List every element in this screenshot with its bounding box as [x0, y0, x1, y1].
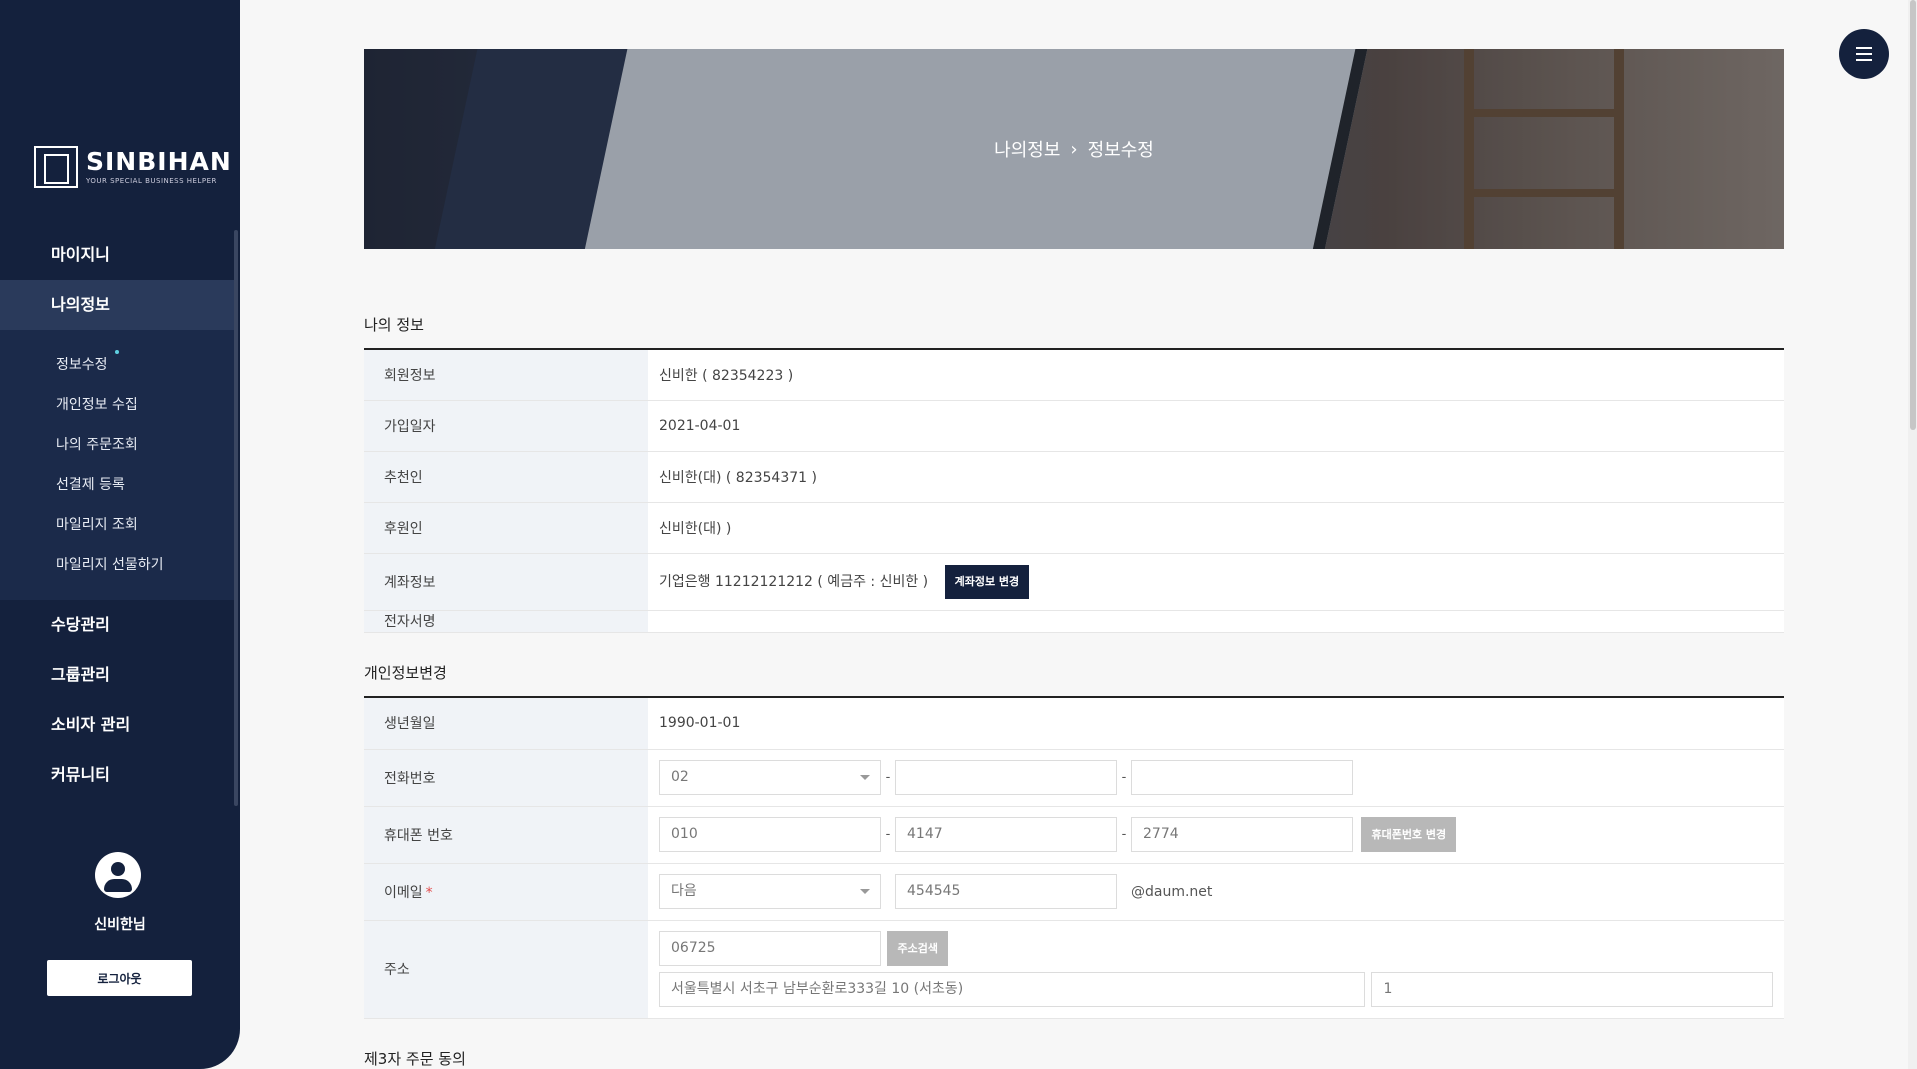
submenu-item-prepay[interactable]: 선결제 등록 [56, 474, 125, 494]
row-value: 2021-04-01 [648, 400, 1784, 452]
nav-item-allowance[interactable]: 수당관리 [0, 600, 234, 650]
change-account-button[interactable]: 계좌정보 변경 [944, 564, 1030, 599]
required-mark: * [425, 884, 433, 901]
section-title-personal: 개인정보변경 [364, 664, 447, 682]
section-title-third-party: 제3자 주문 동의 [364, 1050, 466, 1068]
e-signature-area[interactable] [648, 610, 1784, 633]
breadcrumb-separator-icon: › [1070, 138, 1078, 160]
table-row: 이메일 * 다음 454545 @daum.net [364, 863, 1784, 921]
phone-last-input[interactable] [1131, 760, 1353, 795]
mobile-middle-input[interactable]: 4147 [895, 817, 1117, 852]
address-main-input[interactable]: 서울특별시 서초구 남부순환로333길 10 (서초동) [659, 972, 1365, 1007]
row-value: 신비한 ( 82354223 ) [648, 349, 1784, 401]
row-label: 전자서명 [364, 610, 648, 633]
brand-logo[interactable]: SINBIHAN YOUR SPECIAL BUSINESS HELPER [34, 146, 232, 188]
hamburger-menu-button[interactable] [1839, 29, 1889, 79]
section-title-my-info: 나의 정보 [364, 316, 424, 334]
hamburger-icon [1856, 47, 1872, 49]
nav-item-group[interactable]: 그룹관리 [0, 650, 234, 700]
sidebar-scrollbar[interactable] [234, 230, 238, 806]
row-value: 신비한(대) ) [648, 502, 1784, 554]
birth-date-value: 1990-01-01 [648, 697, 1784, 750]
change-mobile-button[interactable]: 휴대폰번호 변경 [1361, 817, 1457, 852]
row-label: 계좌정보 [364, 553, 648, 611]
sidebar: SINBIHAN YOUR SPECIAL BUSINESS HELPER 마이… [0, 0, 240, 1069]
brand-name: SINBIHAN [86, 147, 232, 176]
table-row: 주소 06725 주소검색 서울특별시 서초구 남부순환로333길 10 (서초… [364, 920, 1784, 1019]
row-label: 주소 [364, 920, 648, 1019]
nav-item-myjini[interactable]: 마이지니 [0, 230, 234, 280]
avatar-icon [95, 852, 141, 898]
brand-tagline: YOUR SPECIAL BUSINESS HELPER [86, 177, 217, 185]
table-row: 가입일자 2021-04-01 [364, 400, 1784, 452]
email-provider-select[interactable]: 다음 [659, 874, 881, 909]
table-row: 전자서명 [364, 610, 1784, 633]
submenu-item-orders[interactable]: 나의 주문조회 [56, 434, 138, 454]
my-info-submenu: 정보수정 개인정보 수집 나의 주문조회 선결제 등록 마일리지 조회 마일리지… [0, 330, 234, 600]
row-label: 휴대폰 번호 [364, 806, 648, 864]
account-info: 기업은행 11212121212 ( 예금주 : 신비한 ) [659, 573, 929, 590]
row-label: 생년월일 [364, 697, 648, 750]
address-detail-input[interactable]: 1 [1371, 972, 1774, 1007]
email-id-input[interactable]: 454545 [895, 874, 1117, 909]
row-label: 추천인 [364, 451, 648, 503]
chevron-down-icon [860, 775, 870, 780]
address-search-button[interactable]: 주소검색 [887, 931, 948, 966]
page-scrollbar-thumb[interactable] [1910, 0, 1916, 430]
nav-item-my-info[interactable]: 나의정보 [0, 280, 234, 330]
submenu-item-mileage-gift[interactable]: 마일리지 선물하기 [56, 554, 164, 574]
row-label: 회원정보 [364, 349, 648, 401]
page-banner: 나의정보 › 정보수정 [364, 49, 1784, 249]
table-row: 전화번호 02 -- [364, 749, 1784, 807]
submenu-item-edit-info[interactable]: 정보수정 [56, 354, 108, 374]
personal-info-table: 생년월일 1990-01-01 전화번호 02 -- 휴대폰 번호 010-41… [364, 696, 1784, 1019]
username: 신비한님 [94, 917, 146, 933]
zip-code-input[interactable]: 06725 [659, 931, 881, 966]
row-label: 가입일자 [364, 400, 648, 452]
table-row: 추천인 신비한(대) ( 82354371 ) [364, 451, 1784, 503]
table-row: 후원인 신비한(대) ) [364, 502, 1784, 554]
my-info-table: 회원정보 신비한 ( 82354223 ) 가입일자 2021-04-01 추천… [364, 348, 1784, 633]
phone-prefix-select[interactable]: 02 [659, 760, 881, 795]
nav-item-community[interactable]: 커뮤니티 [0, 750, 234, 800]
email-domain: @daum.net [1131, 883, 1213, 900]
logo-mark-icon [34, 146, 78, 188]
row-label: 이메일 [384, 884, 423, 901]
breadcrumb-parent[interactable]: 나의정보 [994, 136, 1060, 162]
table-row: 생년월일 1990-01-01 [364, 697, 1784, 750]
table-row: 회원정보 신비한 ( 82354223 ) [364, 349, 1784, 401]
submenu-item-privacy[interactable]: 개인정보 수집 [56, 394, 138, 414]
submenu-item-mileage[interactable]: 마일리지 조회 [56, 514, 138, 534]
row-value: 신비한(대) ( 82354371 ) [648, 451, 1784, 503]
phone-middle-input[interactable] [895, 760, 1117, 795]
breadcrumb-current: 정보수정 [1087, 140, 1154, 161]
logout-button[interactable]: 로그아웃 [47, 960, 192, 996]
table-row: 휴대폰 번호 010-4147-2774 휴대폰번호 변경 [364, 806, 1784, 864]
table-row: 계좌정보 기업은행 11212121212 ( 예금주 : 신비한 ) 계좌정보… [364, 553, 1784, 611]
row-label: 후원인 [364, 502, 648, 554]
breadcrumb: 나의정보 › 정보수정 [364, 49, 1784, 249]
row-label: 전화번호 [364, 749, 648, 807]
active-dot-icon [115, 350, 119, 354]
mobile-last-input[interactable]: 2774 [1131, 817, 1353, 852]
chevron-down-icon [860, 889, 870, 894]
mobile-first-input[interactable]: 010 [659, 817, 881, 852]
nav-item-consumer[interactable]: 소비자 관리 [0, 700, 234, 750]
